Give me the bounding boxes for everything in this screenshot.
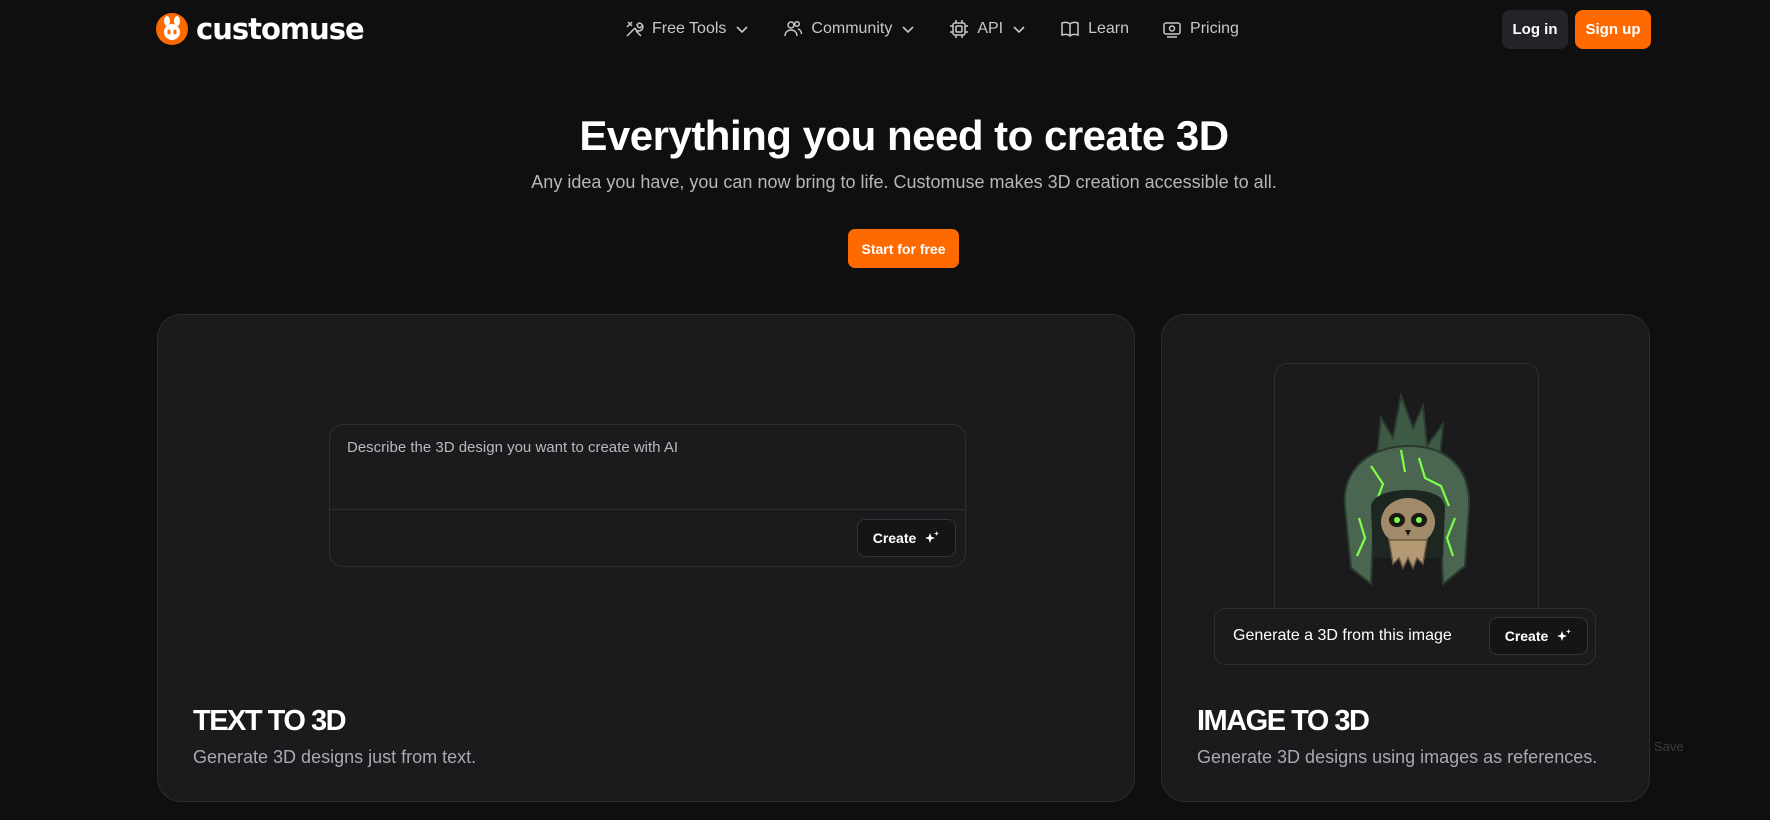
create-button[interactable]: Create <box>1489 617 1588 655</box>
book-icon <box>1061 21 1079 38</box>
create-button-label: Create <box>872 530 917 546</box>
sparkles-icon <box>1557 629 1572 641</box>
users-icon <box>784 20 803 37</box>
card-description: Generate 3D designs just from text. <box>193 747 477 767</box>
divider <box>330 509 965 510</box>
text-to-3d-card: Describe the 3D design you want to creat… <box>157 314 1135 802</box>
tools-icon <box>626 21 644 37</box>
nav-item-label: Pricing <box>1190 20 1239 37</box>
skull-helmet-image <box>1343 392 1471 587</box>
hero-title: Everything you need to create 3D <box>579 112 1229 159</box>
sparkles-icon <box>925 531 940 543</box>
reference-image-frame <box>1274 363 1539 623</box>
text-prompt-box[interactable]: Describe the 3D design you want to creat… <box>329 424 966 567</box>
money-icon <box>1163 22 1181 38</box>
chip-icon <box>950 20 969 38</box>
card-title: IMAGE TO 3D <box>1197 705 1370 737</box>
chevron-down-icon <box>1013 26 1025 34</box>
save-label[interactable]: Save <box>1654 739 1684 754</box>
image-to-3d-card: Generate a 3D from this image Create IMA… <box>1161 314 1650 802</box>
nav-item-pricing[interactable]: Pricing <box>1162 18 1239 40</box>
signup-button[interactable]: Sign up <box>1575 10 1651 49</box>
image-generate-bar: Generate a 3D from this image Create <box>1214 608 1596 665</box>
text-prompt-input[interactable]: Describe the 3D design you want to creat… <box>347 439 678 456</box>
nav-item-label: Free Tools <box>652 20 727 37</box>
create-button-label: Create <box>1504 628 1549 644</box>
nav-item-learn[interactable]: Learn <box>1060 18 1129 40</box>
top-nav: customuse Free Tools Community API Learn… <box>0 0 1770 58</box>
hero-subtitle: Any idea you have, you can now bring to … <box>531 172 1277 192</box>
start-for-free-button[interactable]: Start for free <box>848 229 959 268</box>
nav-item-api[interactable]: API <box>949 18 1027 40</box>
nav-links: Free Tools Community API Learn Pricing <box>624 18 1272 40</box>
brand-logo[interactable]: customuse <box>156 12 365 46</box>
nav-item-community[interactable]: Community <box>783 18 916 40</box>
login-button[interactable]: Log in <box>1502 10 1568 49</box>
nav-item-label: API <box>977 20 1004 37</box>
nav-item-label: Learn <box>1088 20 1130 37</box>
nav-item-label: Community <box>811 20 893 37</box>
card-description: Generate 3D designs using images as refe… <box>1197 747 1598 767</box>
chevron-down-icon <box>736 26 748 34</box>
image-prompt-label: Generate a 3D from this image <box>1233 627 1452 644</box>
bunny-logo-icon <box>156 13 188 45</box>
nav-item-free-tools[interactable]: Free Tools <box>624 18 750 40</box>
create-button[interactable]: Create <box>857 519 956 557</box>
brand-name: customuse <box>196 12 365 46</box>
chevron-down-icon <box>902 26 914 34</box>
card-title: TEXT TO 3D <box>193 705 347 737</box>
